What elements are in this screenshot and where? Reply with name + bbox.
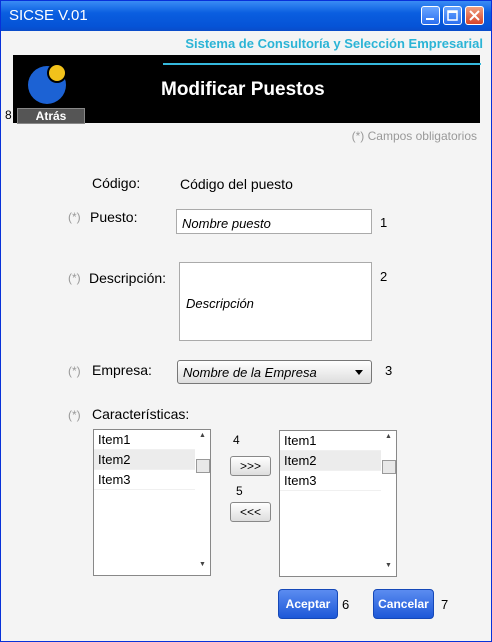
- scroll-down-icon[interactable]: ▼: [385, 562, 392, 569]
- back-button[interactable]: Atrás: [17, 108, 85, 124]
- annotation-4: 4: [233, 433, 240, 447]
- add-feature-button[interactable]: >>>: [230, 456, 271, 476]
- required-marker: (*): [68, 408, 81, 422]
- maximize-icon: [447, 10, 458, 21]
- logo-icon: [28, 63, 67, 104]
- scroll-up-icon[interactable]: ▲: [199, 432, 206, 439]
- window-title: SICSE V.01: [9, 7, 88, 24]
- list-item[interactable]: Item3: [280, 471, 382, 491]
- scroll-down-icon[interactable]: ▼: [199, 561, 206, 568]
- annotation-5: 5: [236, 484, 243, 498]
- list-item[interactable]: Item2: [94, 450, 196, 470]
- list-item[interactable]: Item1: [280, 431, 382, 451]
- minimize-icon: [426, 18, 434, 20]
- minimize-button[interactable]: [421, 6, 440, 25]
- puesto-input[interactable]: Nombre puesto: [176, 209, 372, 234]
- list-item[interactable]: Item1: [94, 430, 196, 450]
- scrollbar[interactable]: ▲ ▼: [381, 431, 396, 576]
- codigo-label: Código:: [92, 175, 141, 191]
- scroll-thumb[interactable]: [196, 459, 210, 473]
- maximize-button[interactable]: [443, 6, 462, 25]
- app-window: SICSE V.01 Sistema de Consultoría y Sele…: [0, 0, 492, 642]
- cancel-button[interactable]: Cancelar: [373, 589, 434, 619]
- annotation-1: 1: [380, 215, 388, 230]
- required-fields-note: (*) Campos obligatorios: [351, 129, 477, 143]
- remove-feature-button[interactable]: <<<: [230, 502, 271, 522]
- title-bar: SICSE V.01: [1, 1, 491, 31]
- annotation-2: 2: [380, 269, 388, 284]
- required-marker: (*): [68, 364, 81, 378]
- empresa-select-value: Nombre de la Empresa: [183, 365, 317, 380]
- descripcion-label: Descripción:: [89, 270, 167, 286]
- available-features-list[interactable]: Item1 Item2 Item3 ▲ ▼: [93, 429, 211, 576]
- empresa-label: Empresa:: [92, 362, 152, 378]
- list-item[interactable]: Item2: [280, 451, 382, 471]
- puesto-input-value: Nombre puesto: [182, 216, 271, 231]
- chevron-down-icon: [355, 370, 363, 375]
- header-banner: Atrás Modificar Puestos: [13, 55, 481, 124]
- descripcion-textarea[interactable]: Descripción: [179, 262, 372, 341]
- descripcion-textarea-value: Descripción: [186, 296, 254, 311]
- annotation-3: 3: [385, 363, 393, 378]
- puesto-label: Puesto:: [90, 209, 138, 225]
- close-button[interactable]: [465, 6, 484, 25]
- annotation-8: 8: [5, 108, 12, 122]
- scroll-thumb[interactable]: [382, 460, 396, 474]
- scroll-up-icon[interactable]: ▲: [385, 433, 392, 440]
- annotation-6: 6: [342, 597, 350, 612]
- close-icon: [469, 10, 480, 21]
- accept-button[interactable]: Aceptar: [278, 589, 338, 619]
- caracteristicas-label: Características:: [92, 406, 190, 422]
- codigo-value: Código del puesto: [180, 176, 293, 192]
- list-item[interactable]: Item3: [94, 470, 196, 490]
- banner-divider: [163, 63, 481, 65]
- annotation-7: 7: [441, 597, 449, 612]
- selected-features-list[interactable]: Item1 Item2 Item3 ▲ ▼: [279, 430, 397, 577]
- scrollbar[interactable]: ▲ ▼: [195, 430, 210, 575]
- app-subtitle: Sistema de Consultoría y Selección Empre…: [185, 36, 483, 51]
- page-title: Modificar Puestos: [161, 79, 325, 100]
- required-marker: (*): [68, 210, 81, 224]
- empresa-select[interactable]: Nombre de la Empresa: [177, 360, 372, 384]
- required-marker: (*): [68, 271, 81, 285]
